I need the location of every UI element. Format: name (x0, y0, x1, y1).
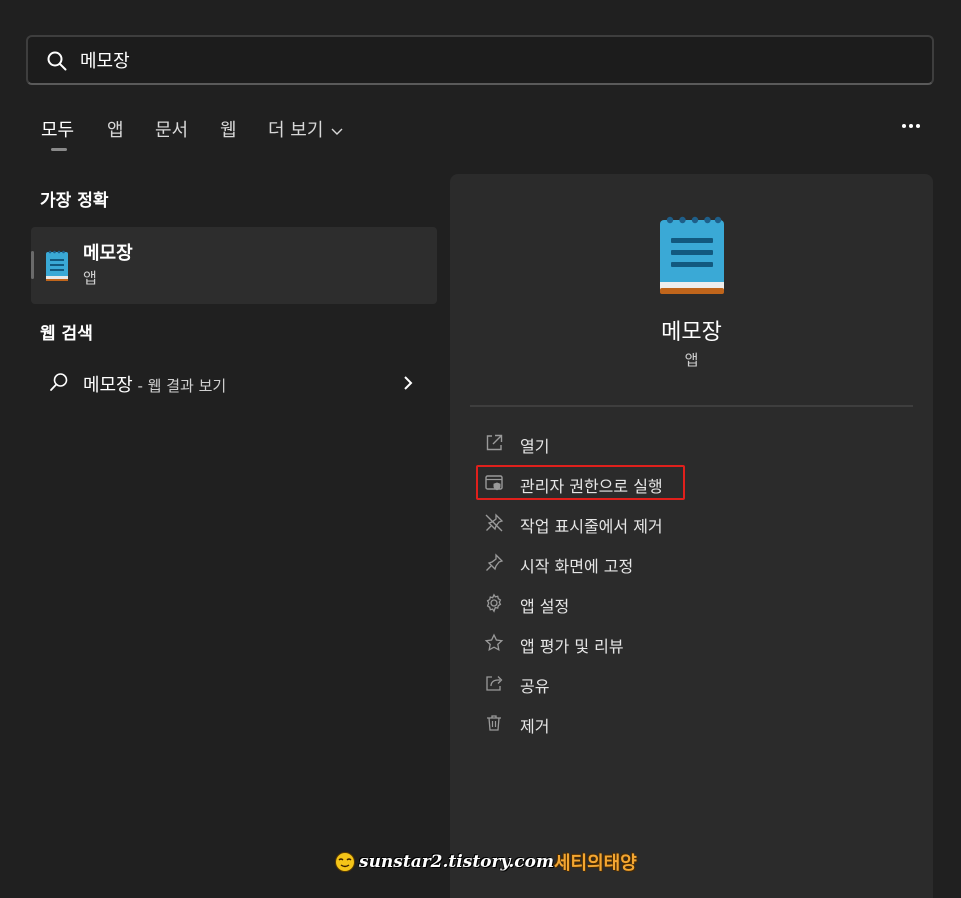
share-icon (486, 676, 503, 691)
action-unpin-taskbar[interactable]: 작업 표시줄에서 제거 (480, 507, 900, 539)
tab-web[interactable]: 웹 (220, 116, 237, 142)
web-search-item[interactable]: 메모장 - 웹 결과 보기 (31, 360, 437, 406)
filter-tabs: 모두 앱 문서 웹 더 보기 (0, 112, 961, 152)
action-rate-review[interactable]: 앱 평가 및 리뷰 (480, 627, 900, 659)
unpin-icon (485, 513, 504, 532)
search-icon (50, 373, 68, 391)
action-label: 시작 화면에 고정 (520, 557, 634, 576)
action-label: 작업 표시줄에서 제거 (520, 517, 663, 536)
action-open[interactable]: 열기 (480, 427, 900, 459)
notepad-icon (46, 250, 68, 281)
divider (470, 405, 913, 407)
tab-apps[interactable]: 앱 (107, 116, 124, 142)
tab-documents[interactable]: 문서 (155, 116, 188, 142)
action-app-settings[interactable]: 앱 설정 (480, 587, 900, 619)
smiley-icon (335, 852, 355, 872)
web-search-title: 웹 검색 (40, 324, 93, 344)
watermark-url: sunstar2.tistory.com (359, 852, 554, 872)
gear-icon (486, 593, 502, 613)
run-as-admin-icon (485, 475, 503, 491)
trash-icon (487, 715, 501, 731)
best-match-item[interactable]: 메모장 앱 (31, 227, 437, 304)
more-options-icon[interactable] (898, 114, 926, 138)
action-label: 제거 (520, 717, 550, 736)
open-icon (486, 434, 503, 451)
action-label: 앱 설정 (520, 597, 570, 616)
watermark: sunstar2.tistory.com 세티의태양 (334, 848, 637, 876)
tab-more-label: 더 보기 (268, 120, 324, 141)
search-box[interactable] (26, 35, 934, 85)
best-match-name: 메모장 (83, 243, 133, 264)
web-search-suffix: - 웹 결과 보기 (132, 377, 227, 395)
search-input[interactable] (80, 45, 900, 75)
detail-app-name: 메모장 (661, 320, 722, 345)
watermark-name: 세티의태양 (554, 853, 637, 874)
action-pin-start[interactable]: 시작 화면에 고정 (480, 547, 900, 579)
action-label: 앱 평가 및 리뷰 (520, 637, 624, 656)
chevron-right-icon (404, 376, 413, 390)
tab-all[interactable]: 모두 (41, 116, 74, 142)
pin-icon (486, 553, 504, 571)
web-search-query-line: 메모장 - 웹 결과 보기 (83, 371, 226, 397)
action-label: 열기 (520, 437, 550, 456)
detail-pane: 메모장 앱 열기 관리자 권한으로 실행 작업 표시줄에서 제거 시작 화면에 … (450, 174, 933, 898)
best-match-type: 앱 (83, 269, 97, 287)
tab-more[interactable]: 더 보기 (268, 116, 343, 142)
best-match-title: 가장 정확 (40, 191, 109, 211)
web-search-query: 메모장 (83, 375, 133, 396)
detail-app-type: 앱 (684, 351, 699, 369)
action-share[interactable]: 공유 (480, 667, 900, 699)
selection-accent (31, 251, 34, 279)
action-uninstall[interactable]: 제거 (480, 707, 900, 739)
star-icon (484, 633, 504, 652)
notepad-icon (660, 216, 724, 294)
action-label: 관리자 권한으로 실행 (520, 477, 663, 496)
action-label: 공유 (520, 677, 550, 696)
active-tab-indicator (51, 148, 67, 151)
chevron-down-icon (331, 128, 343, 135)
action-run-as-admin[interactable]: 관리자 권한으로 실행 (480, 467, 900, 499)
search-icon (47, 51, 67, 71)
